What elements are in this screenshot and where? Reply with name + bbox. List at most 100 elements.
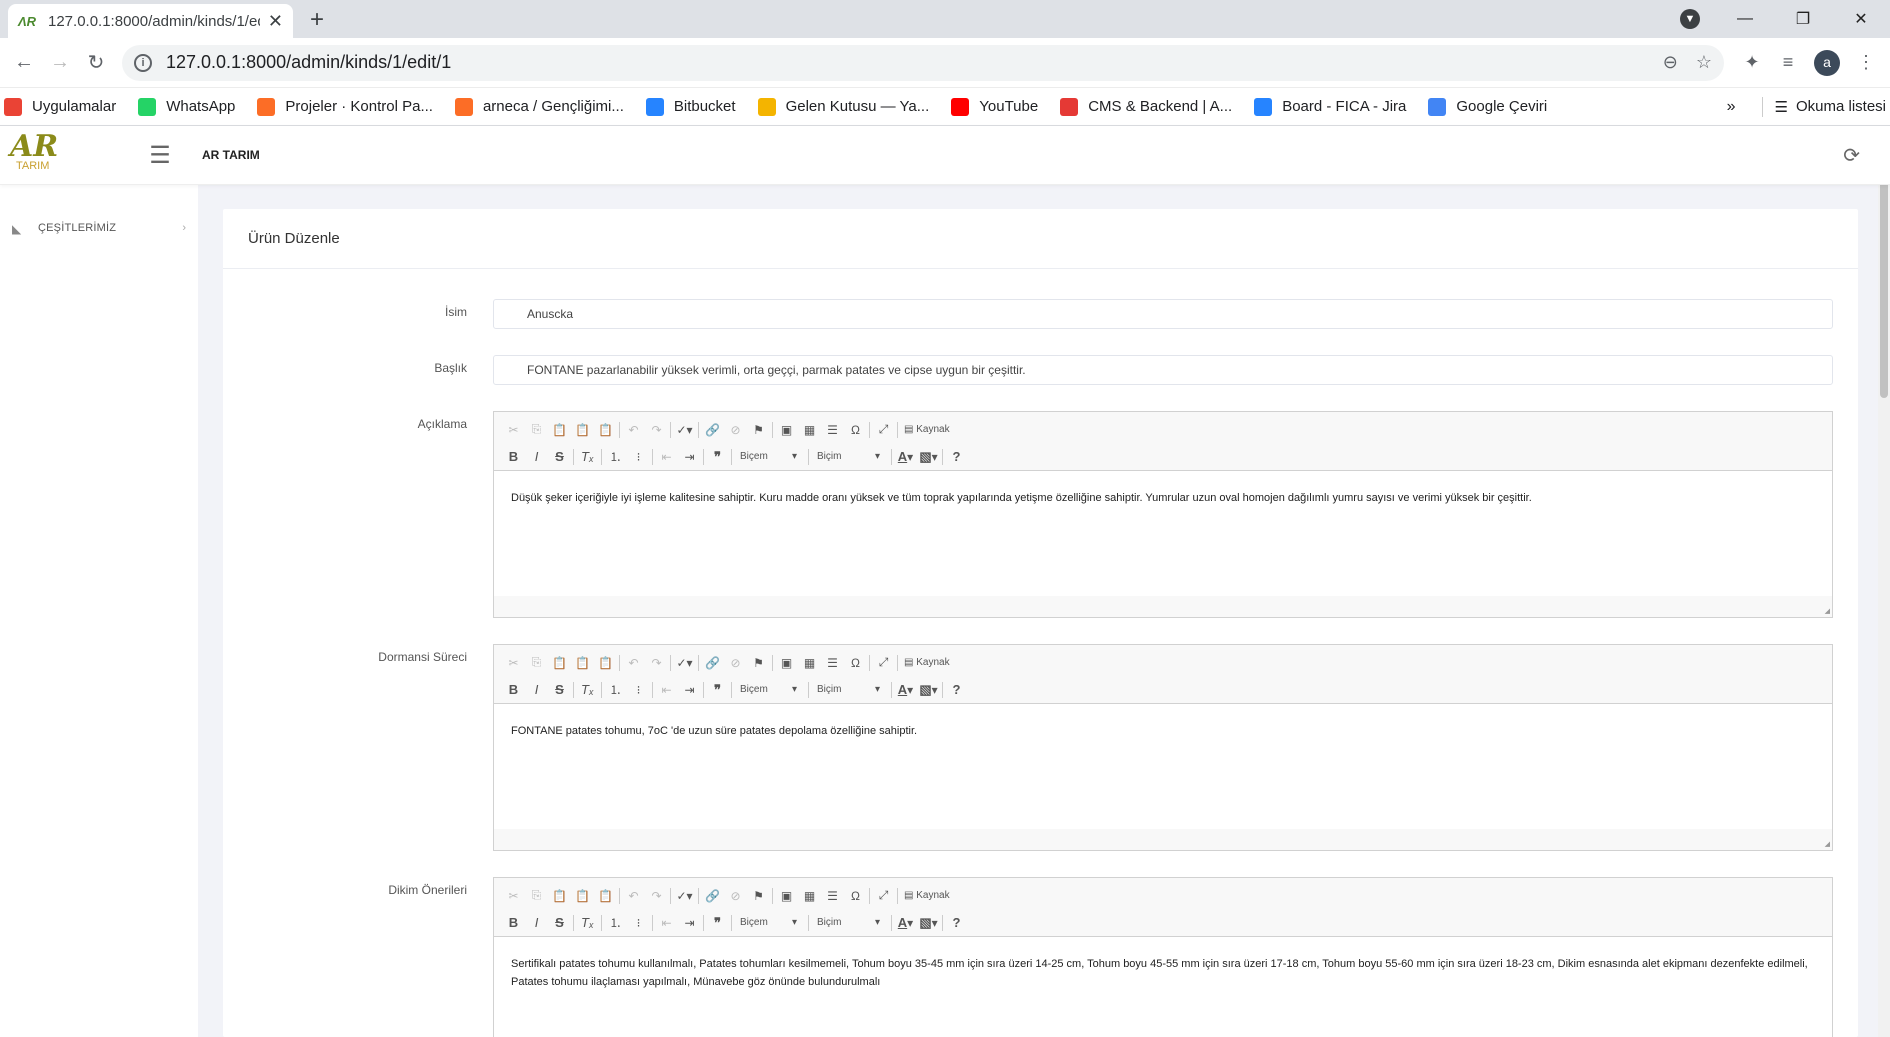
editor-resize-bar[interactable] <box>494 829 1832 850</box>
format-select[interactable]: Biçim ▾ <box>811 684 889 695</box>
bg-color-icon[interactable]: ▧▾ <box>917 449 940 465</box>
table-icon[interactable]: ▦ <box>798 656 821 670</box>
bg-color-icon[interactable]: ▧▾ <box>917 915 940 931</box>
anchor-icon[interactable]: ⚑ <box>747 423 770 437</box>
text-color-icon[interactable]: A▾ <box>894 449 917 464</box>
minimize-icon[interactable]: — <box>1716 10 1774 28</box>
cut-icon[interactable]: ✂ <box>502 889 525 903</box>
blockquote-icon[interactable]: ❞ <box>706 915 729 931</box>
editor-resize-bar[interactable] <box>494 596 1832 617</box>
bookmark-star-icon[interactable]: ☆ <box>1696 52 1712 73</box>
media-control-icon[interactable]: ≡ <box>1770 52 1806 73</box>
hr-icon[interactable]: ☰ <box>821 889 844 903</box>
logo[interactable]: AR TARIM <box>0 132 130 177</box>
link-icon[interactable]: 🔗 <box>701 656 724 670</box>
paste-word-icon[interactable]: 📋 <box>594 656 617 670</box>
bullet-list-icon[interactable]: ⁝ <box>627 683 650 697</box>
back-icon[interactable]: ← <box>6 51 42 74</box>
redo-icon[interactable]: ↷ <box>645 656 668 670</box>
remove-format-icon[interactable]: Tₓ <box>576 682 599 697</box>
indent-icon[interactable]: ⇥ <box>678 683 701 697</box>
profile-download-icon[interactable]: ▼ <box>1680 9 1700 29</box>
style-select[interactable]: Biçem ▾ <box>734 684 806 695</box>
indent-icon[interactable]: ⇥ <box>678 450 701 464</box>
hr-icon[interactable]: ☰ <box>821 656 844 670</box>
outdent-icon[interactable]: ⇤ <box>655 450 678 464</box>
remove-format-icon[interactable]: Tₓ <box>576 449 599 464</box>
cut-icon[interactable]: ✂ <box>502 656 525 670</box>
extensions-icon[interactable]: ✦ <box>1734 52 1770 73</box>
more-bookmarks-icon[interactable]: » <box>1727 98 1736 116</box>
source-button[interactable]: ▤ Kaynak <box>900 890 950 901</box>
settings-icon[interactable]: ⟳ <box>1843 143 1860 168</box>
table-icon[interactable]: ▦ <box>798 889 821 903</box>
redo-icon[interactable]: ↷ <box>645 423 668 437</box>
undo-icon[interactable]: ↶ <box>622 423 645 437</box>
maximize-icon[interactable]: ⤢ <box>872 888 895 903</box>
text-color-icon[interactable]: A▾ <box>894 682 917 697</box>
blockquote-icon[interactable]: ❞ <box>706 682 729 698</box>
copy-icon[interactable]: ⎘ <box>525 422 548 437</box>
page-scrollbar[interactable] <box>1878 126 1890 1037</box>
remove-format-icon[interactable]: Tₓ <box>576 915 599 930</box>
editor-body[interactable]: Sertifikalı patates tohumu kullanılmalı,… <box>494 937 1832 1037</box>
site-info-icon[interactable]: i <box>134 53 152 72</box>
italic-icon[interactable]: I <box>525 449 548 464</box>
copy-icon[interactable]: ⎘ <box>525 655 548 670</box>
maximize-icon[interactable]: ⤢ <box>872 422 895 437</box>
copy-icon[interactable]: ⎘ <box>525 888 548 903</box>
special-char-icon[interactable]: Ω <box>844 656 867 670</box>
paste-text-icon[interactable]: 📋 <box>571 889 594 903</box>
style-select[interactable]: Biçem ▾ <box>734 451 806 462</box>
image-icon[interactable]: ▣ <box>775 889 798 903</box>
numbered-list-icon[interactable]: ⒈ <box>604 448 627 465</box>
link-icon[interactable]: 🔗 <box>701 889 724 903</box>
forward-icon[interactable]: → <box>42 51 78 74</box>
outdent-icon[interactable]: ⇤ <box>655 916 678 930</box>
spellcheck-icon[interactable]: ✓▾ <box>673 656 696 670</box>
help-icon[interactable]: ? <box>945 682 968 697</box>
spellcheck-icon[interactable]: ✓▾ <box>673 889 696 903</box>
strike-icon[interactable]: S <box>548 915 571 930</box>
anchor-icon[interactable]: ⚑ <box>747 656 770 670</box>
help-icon[interactable]: ? <box>945 449 968 464</box>
bookmark-item[interactable]: arneca / Gençliğimi... <box>454 97 624 116</box>
bullet-list-icon[interactable]: ⁝ <box>627 916 650 930</box>
text-color-icon[interactable]: A▾ <box>894 915 917 930</box>
close-tab-icon[interactable]: ✕ <box>268 11 283 32</box>
source-button[interactable]: ▤ Kaynak <box>900 657 950 668</box>
bookmark-item[interactable]: Bitbucket <box>645 97 736 116</box>
table-icon[interactable]: ▦ <box>798 423 821 437</box>
url-text[interactable]: 127.0.0.1:8000/admin/kinds/1/edit/1 <box>166 52 1645 73</box>
help-icon[interactable]: ? <box>945 915 968 930</box>
browser-menu-icon[interactable]: ⋮ <box>1848 52 1884 73</box>
link-icon[interactable]: 🔗 <box>701 423 724 437</box>
image-icon[interactable]: ▣ <box>775 423 798 437</box>
bookmark-item[interactable]: Uygulamalar <box>4 97 116 116</box>
paste-icon[interactable]: 📋 <box>548 889 571 903</box>
outdent-icon[interactable]: ⇤ <box>655 683 678 697</box>
strike-icon[interactable]: S <box>548 449 571 464</box>
bookmark-item[interactable]: Board - FICA - Jira <box>1254 97 1406 116</box>
unlink-icon[interactable]: ⊘ <box>724 889 747 903</box>
close-window-icon[interactable]: ✕ <box>1832 9 1890 29</box>
menu-toggle-icon[interactable]: ☰ <box>130 141 190 170</box>
paste-word-icon[interactable]: 📋 <box>594 889 617 903</box>
paste-icon[interactable]: 📋 <box>548 423 571 437</box>
editor-body[interactable]: FONTANE patates tohumu, 7oC 'de uzun sür… <box>494 704 1832 829</box>
paste-word-icon[interactable]: 📋 <box>594 423 617 437</box>
strike-icon[interactable]: S <box>548 682 571 697</box>
numbered-list-icon[interactable]: ⒈ <box>604 914 627 931</box>
paste-icon[interactable]: 📋 <box>548 656 571 670</box>
editor-body[interactable]: Düşük şeker içeriğiyle iyi işleme kalite… <box>494 471 1832 596</box>
bookmark-item[interactable]: CMS & Backend | A... <box>1060 97 1232 116</box>
sidebar-item-cesitlerimiz[interactable]: ◣ ÇEŞİTLERİMİZ › <box>0 215 198 241</box>
bookmark-item[interactable]: Gelen Kutusu — Ya... <box>757 97 929 116</box>
cut-icon[interactable]: ✂ <box>502 423 525 437</box>
name-input[interactable]: Anuscka <box>493 299 1833 329</box>
omnibox[interactable]: i 127.0.0.1:8000/admin/kinds/1/edit/1 ⊖ … <box>122 44 1724 81</box>
zoom-icon[interactable]: ⊖ <box>1663 52 1678 73</box>
special-char-icon[interactable]: Ω <box>844 423 867 437</box>
special-char-icon[interactable]: Ω <box>844 889 867 903</box>
bookmark-item[interactable]: Projeler · Kontrol Pa... <box>257 97 433 116</box>
